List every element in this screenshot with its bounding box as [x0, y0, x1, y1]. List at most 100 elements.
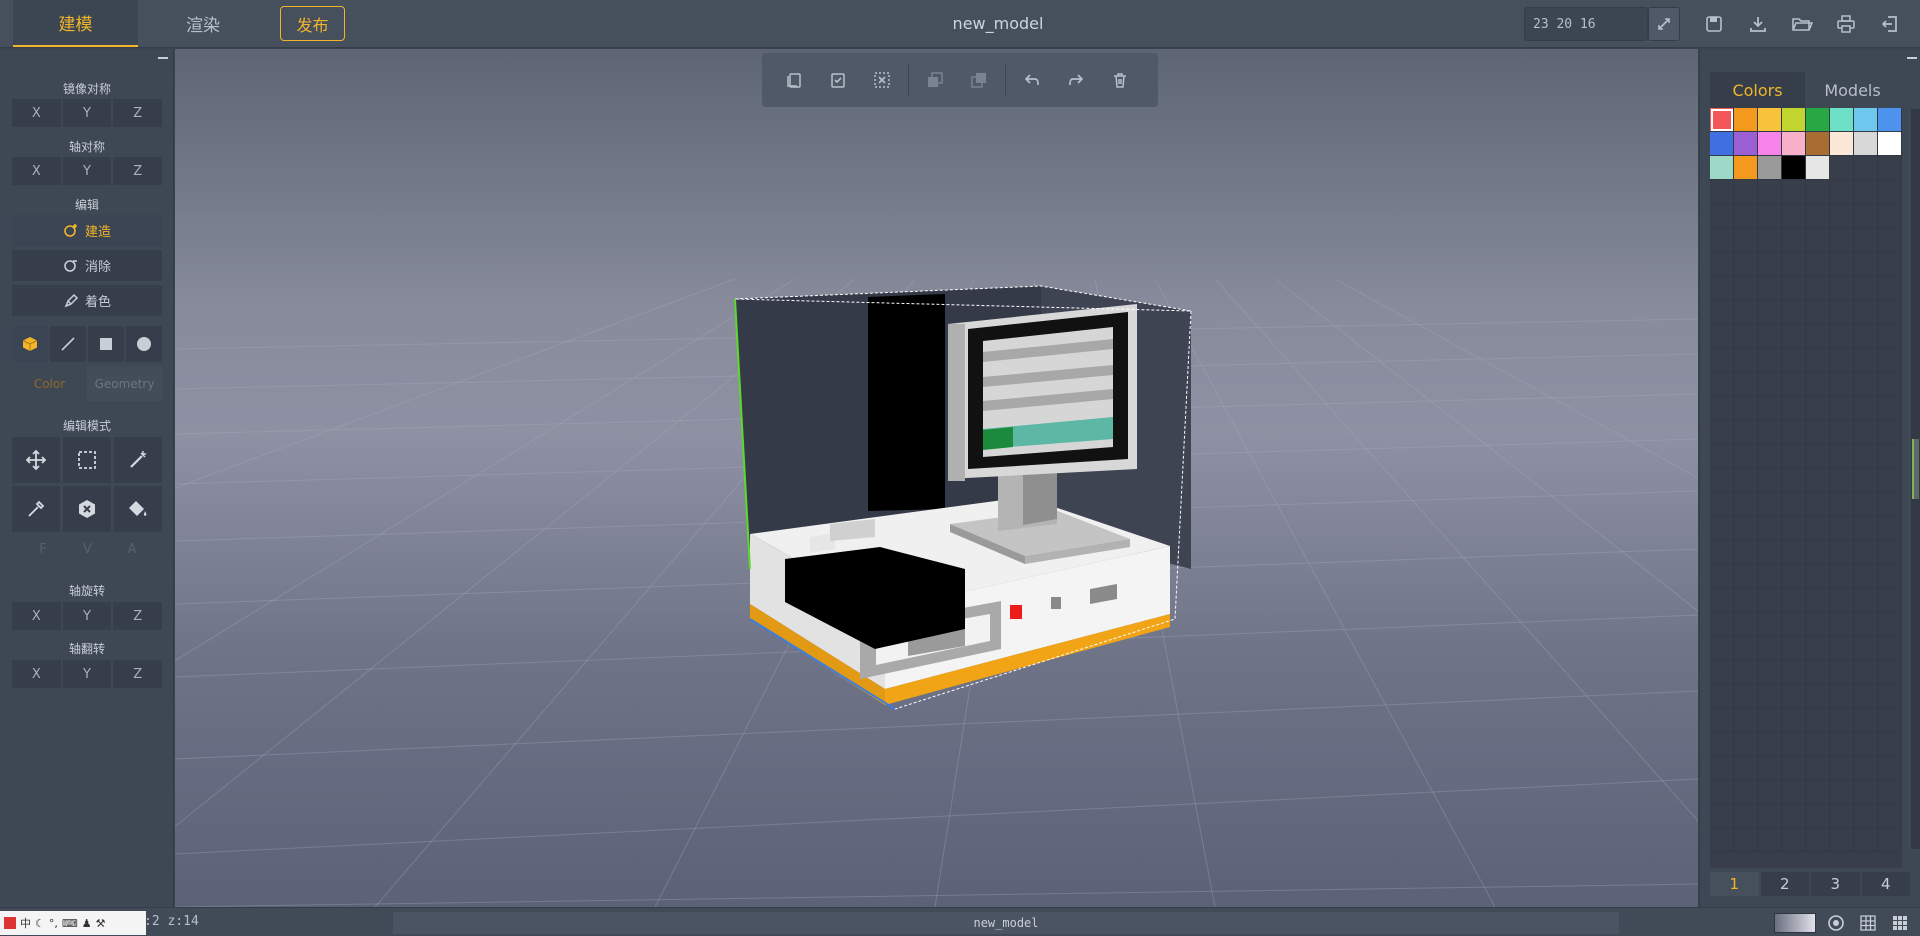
- geometry-tab[interactable]: Geometry: [87, 367, 162, 401]
- empty-swatch[interactable]: [1878, 708, 1902, 732]
- empty-swatch[interactable]: [1806, 588, 1830, 612]
- all-mode-button[interactable]: A: [119, 542, 145, 557]
- collapse-icon[interactable]: [1907, 57, 1917, 59]
- color-swatch[interactable]: [1782, 156, 1806, 180]
- cube-shape-button[interactable]: [12, 326, 48, 362]
- empty-swatch[interactable]: [1734, 708, 1758, 732]
- voxel-model[interactable]: [175, 49, 1698, 907]
- color-swatch[interactable]: [1710, 156, 1734, 180]
- empty-swatch[interactable]: [1758, 660, 1782, 684]
- empty-swatch[interactable]: [1806, 516, 1830, 540]
- empty-swatch[interactable]: [1854, 564, 1878, 588]
- empty-swatch[interactable]: [1830, 708, 1854, 732]
- sphere-shape-button[interactable]: [126, 326, 162, 362]
- color-swatch[interactable]: [1830, 132, 1854, 156]
- empty-swatch[interactable]: [1734, 396, 1758, 420]
- empty-swatch[interactable]: [1854, 684, 1878, 708]
- empty-swatch[interactable]: [1734, 636, 1758, 660]
- scrollbar-thumb[interactable]: [1912, 439, 1919, 499]
- empty-swatch[interactable]: [1758, 252, 1782, 276]
- mirror-z-button[interactable]: Z: [113, 99, 163, 127]
- flip-x-button[interactable]: X: [12, 660, 61, 688]
- empty-swatch[interactable]: [1758, 588, 1782, 612]
- background-color-swatch[interactable]: [1774, 913, 1816, 933]
- empty-swatch[interactable]: [1710, 252, 1734, 276]
- empty-swatch[interactable]: [1830, 204, 1854, 228]
- empty-swatch[interactable]: [1806, 660, 1830, 684]
- empty-swatch[interactable]: [1830, 636, 1854, 660]
- empty-swatch[interactable]: [1878, 540, 1902, 564]
- empty-swatch[interactable]: [1854, 708, 1878, 732]
- empty-swatch[interactable]: [1782, 492, 1806, 516]
- empty-swatch[interactable]: [1758, 396, 1782, 420]
- rotate-x-button[interactable]: X: [12, 602, 61, 630]
- empty-swatch[interactable]: [1758, 564, 1782, 588]
- empty-swatch[interactable]: [1830, 252, 1854, 276]
- empty-swatch[interactable]: [1854, 204, 1878, 228]
- empty-swatch[interactable]: [1710, 708, 1734, 732]
- empty-swatch[interactable]: [1854, 396, 1878, 420]
- empty-swatch[interactable]: [1806, 780, 1830, 804]
- empty-swatch[interactable]: [1758, 828, 1782, 852]
- empty-swatch[interactable]: [1782, 708, 1806, 732]
- empty-swatch[interactable]: [1734, 804, 1758, 828]
- build-button[interactable]: 建造: [12, 215, 162, 246]
- 3d-viewport[interactable]: [175, 49, 1698, 907]
- empty-swatch[interactable]: [1830, 396, 1854, 420]
- delete-button[interactable]: [1098, 58, 1142, 102]
- empty-swatch[interactable]: [1854, 348, 1878, 372]
- empty-swatch[interactable]: [1806, 252, 1830, 276]
- resize-icon[interactable]: [1648, 7, 1680, 41]
- ime-language-label[interactable]: 中: [20, 915, 31, 931]
- empty-swatch[interactable]: [1878, 564, 1902, 588]
- empty-swatch[interactable]: [1830, 780, 1854, 804]
- empty-swatch[interactable]: [1734, 204, 1758, 228]
- empty-swatch[interactable]: [1878, 156, 1902, 180]
- empty-swatch[interactable]: [1854, 636, 1878, 660]
- empty-swatch[interactable]: [1830, 420, 1854, 444]
- empty-swatch[interactable]: [1782, 564, 1806, 588]
- empty-swatch[interactable]: [1734, 540, 1758, 564]
- color-swatch[interactable]: [1782, 108, 1806, 132]
- empty-swatch[interactable]: [1806, 492, 1830, 516]
- line-shape-button[interactable]: [50, 326, 86, 362]
- palette-page-1[interactable]: 1: [1710, 872, 1759, 896]
- empty-swatch[interactable]: [1830, 588, 1854, 612]
- empty-swatch[interactable]: [1854, 324, 1878, 348]
- fill-tool-button[interactable]: [114, 486, 162, 532]
- face-mode-button[interactable]: F: [30, 542, 56, 557]
- empty-swatch[interactable]: [1878, 636, 1902, 660]
- empty-swatch[interactable]: [1734, 684, 1758, 708]
- empty-swatch[interactable]: [1854, 180, 1878, 204]
- download-icon[interactable]: [1744, 10, 1772, 38]
- empty-swatch[interactable]: [1758, 276, 1782, 300]
- empty-swatch[interactable]: [1734, 492, 1758, 516]
- empty-swatch[interactable]: [1758, 684, 1782, 708]
- empty-swatch[interactable]: [1758, 732, 1782, 756]
- empty-swatch[interactable]: [1878, 420, 1902, 444]
- empty-swatch[interactable]: [1806, 564, 1830, 588]
- empty-swatch[interactable]: [1830, 492, 1854, 516]
- empty-swatch[interactable]: [1710, 588, 1734, 612]
- color-swatch[interactable]: [1758, 108, 1782, 132]
- color-swatch[interactable]: [1710, 132, 1734, 156]
- empty-swatch[interactable]: [1806, 204, 1830, 228]
- empty-swatch[interactable]: [1758, 324, 1782, 348]
- empty-swatch[interactable]: [1854, 828, 1878, 852]
- empty-swatch[interactable]: [1830, 612, 1854, 636]
- volume-mode-button[interactable]: V: [75, 542, 101, 557]
- empty-swatch[interactable]: [1710, 180, 1734, 204]
- empty-swatch[interactable]: [1710, 468, 1734, 492]
- empty-swatch[interactable]: [1830, 828, 1854, 852]
- empty-swatch[interactable]: [1782, 660, 1806, 684]
- empty-swatch[interactable]: [1734, 828, 1758, 852]
- empty-swatch[interactable]: [1806, 300, 1830, 324]
- empty-swatch[interactable]: [1878, 372, 1902, 396]
- empty-swatch[interactable]: [1830, 156, 1854, 180]
- open-folder-icon[interactable]: [1788, 10, 1816, 38]
- empty-swatch[interactable]: [1806, 468, 1830, 492]
- empty-swatch[interactable]: [1806, 732, 1830, 756]
- empty-swatch[interactable]: [1710, 660, 1734, 684]
- empty-swatch[interactable]: [1878, 684, 1902, 708]
- empty-swatch[interactable]: [1806, 684, 1830, 708]
